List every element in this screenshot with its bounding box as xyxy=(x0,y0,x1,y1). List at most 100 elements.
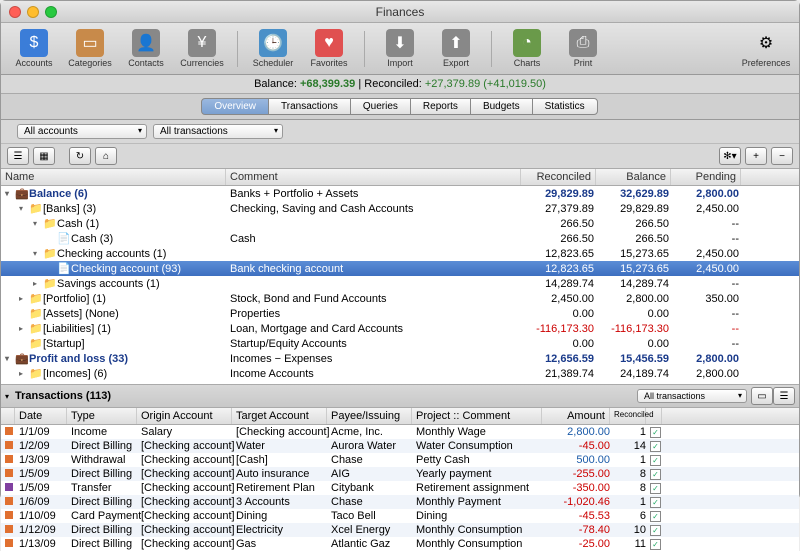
tree-row[interactable]: 📄Cash (3)Cash266.50266.50-- xyxy=(1,231,799,246)
toolbar-categories[interactable]: ▭Categories xyxy=(65,29,115,68)
toolbar-preferences[interactable]: ⚙Preferences xyxy=(741,29,791,68)
reconciled-checkbox[interactable]: ✓ xyxy=(650,427,661,438)
reconciled-checkbox[interactable]: ✓ xyxy=(650,497,661,508)
tab-reports[interactable]: Reports xyxy=(410,98,471,115)
txcol-type[interactable]: Type xyxy=(67,408,137,424)
disclosure-icon[interactable]: ▾ xyxy=(5,354,15,363)
settings-button[interactable]: ✻▾ xyxy=(719,147,741,165)
reconciled-checkbox[interactable]: ✓ xyxy=(650,539,661,550)
reconciled-checkbox[interactable]: ✓ xyxy=(650,525,661,536)
txcol-payee[interactable]: Payee/Issuing xyxy=(327,408,412,424)
tx-title: Transactions (113) xyxy=(15,390,111,402)
disclosure-icon[interactable]: ▾ xyxy=(33,219,43,228)
reconciled-checkbox[interactable]: ✓ xyxy=(650,511,661,522)
toolbar-contacts[interactable]: 👤Contacts xyxy=(121,29,171,68)
tree-row[interactable]: ▸📁[Incomes] (6)Income Accounts21,389.742… xyxy=(1,366,799,381)
tx-row[interactable]: 1/5/09Transfer[Checking account]Retireme… xyxy=(1,481,799,495)
home-button[interactable]: ⌂ xyxy=(95,147,117,165)
tree-row[interactable]: ▸📁[Portfolio] (1)Stock, Bond and Fund Ac… xyxy=(1,291,799,306)
folder-icon: 📁 xyxy=(29,292,41,305)
tree-row[interactable]: ▾📁Cash (1)266.50266.50-- xyxy=(1,216,799,231)
add-button[interactable]: + xyxy=(745,147,767,165)
txcol-origin[interactable]: Origin Account xyxy=(137,408,232,424)
disclosure-icon[interactable]: ▸ xyxy=(19,369,29,378)
disclosure-icon[interactable]: ▸ xyxy=(33,279,43,288)
view-list-button[interactable]: ☰ xyxy=(7,147,29,165)
refresh-button[interactable]: ↻ xyxy=(69,147,91,165)
tree-row[interactable]: ▸📁[Liabilities] (1)Loan, Mortgage and Ca… xyxy=(1,321,799,336)
tx-row[interactable]: 1/2/09Direct Billing[Checking account]Wa… xyxy=(1,439,799,453)
txcol-date[interactable]: Date xyxy=(15,408,67,424)
tx-row[interactable]: 1/12/09Direct Billing[Checking account]E… xyxy=(1,523,799,537)
tab-budgets[interactable]: Budgets xyxy=(470,98,533,115)
tree-row[interactable]: ▾💼Balance (6)Banks + Portfolio + Assets2… xyxy=(1,186,799,201)
disclosure-icon[interactable]: ▾ xyxy=(33,249,43,258)
txcol-reconciled[interactable]: Reconciled xyxy=(610,408,646,424)
transactions-dropdown[interactable]: All transactions xyxy=(153,124,283,139)
col-comment[interactable]: Comment xyxy=(226,169,521,185)
tree-row[interactable]: 📁[Startup]Startup/Equity Accounts0.000.0… xyxy=(1,336,799,351)
tx-view1-button[interactable]: ▭ xyxy=(751,387,773,405)
tab-queries[interactable]: Queries xyxy=(350,98,411,115)
toolbar-accounts[interactable]: $Accounts xyxy=(9,29,59,68)
txcol-amount[interactable]: Amount xyxy=(542,408,610,424)
control-bar: ☰ ▦ ↻ ⌂ ✻▾ + − xyxy=(1,144,799,169)
toolbar-export[interactable]: ⬆Export xyxy=(431,29,481,68)
col-pending[interactable]: Pending xyxy=(671,169,741,185)
tx-row[interactable]: 1/10/09Card Payment[Checking account]Din… xyxy=(1,509,799,523)
disclosure-icon[interactable]: ▾ xyxy=(19,204,29,213)
toolbar-print[interactable]: ⎙Print xyxy=(558,29,608,68)
account-tree[interactable]: ▾💼Balance (6)Banks + Portfolio + Assets2… xyxy=(1,186,799,384)
reconciled-checkbox[interactable]: ✓ xyxy=(650,455,661,466)
reconciled-checkbox[interactable]: ✓ xyxy=(650,441,661,452)
remove-button[interactable]: − xyxy=(771,147,793,165)
folder-icon: 📁 xyxy=(29,307,41,320)
reconciled-checkbox[interactable]: ✓ xyxy=(650,483,661,494)
accounts-dropdown[interactable]: All accounts xyxy=(17,124,147,139)
tree-row[interactable]: ▾💼Profit and loss (33)Incomes − Expenses… xyxy=(1,351,799,366)
tx-table[interactable]: 1/1/09IncomeSalary[Checking account]Acme… xyxy=(1,425,799,551)
folder-icon: 📄 xyxy=(57,232,69,245)
tx-column-header: Date Type Origin Account Target Account … xyxy=(1,408,799,425)
folder-icon: 📄 xyxy=(57,262,69,275)
disclosure-icon[interactable]: ▸ xyxy=(19,324,29,333)
tab-overview[interactable]: Overview xyxy=(201,98,269,115)
tree-row[interactable]: ▾📁[Expenses] (27)Expense Accounts-8,733.… xyxy=(1,381,799,384)
tab-statistics[interactable]: Statistics xyxy=(532,98,598,115)
toolbar-favorites[interactable]: ♥Favorites xyxy=(304,29,354,68)
txcol-project[interactable]: Project :: Comment xyxy=(412,408,542,424)
disclosure-icon[interactable]: ▾ xyxy=(5,189,15,198)
toolbar-import[interactable]: ⬇Import xyxy=(375,29,425,68)
col-reconciled[interactable]: Reconciled xyxy=(521,169,596,185)
reconciled-checkbox[interactable]: ✓ xyxy=(650,469,661,480)
disclosure-icon[interactable]: ▸ xyxy=(19,294,29,303)
tx-row[interactable]: 1/3/09Withdrawal[Checking account][Cash]… xyxy=(1,453,799,467)
tx-row[interactable]: 1/13/09Direct Billing[Checking account]G… xyxy=(1,537,799,551)
tx-view2-button[interactable]: ☰ xyxy=(773,387,795,405)
txcol-target[interactable]: Target Account xyxy=(232,408,327,424)
folder-icon: 📁 xyxy=(43,217,55,230)
tree-row[interactable]: ▾📁[Banks] (3)Checking, Saving and Cash A… xyxy=(1,201,799,216)
tab-transactions[interactable]: Transactions xyxy=(268,98,351,115)
col-balance[interactable]: Balance xyxy=(596,169,671,185)
tree-row[interactable]: 📄Checking account (93)Bank checking acco… xyxy=(1,261,799,276)
toolbar-scheduler[interactable]: 🕒Scheduler xyxy=(248,29,298,68)
tx-section-header: ▾ Transactions (113) All transactions ▭ … xyxy=(1,384,799,408)
folder-icon: 📁 xyxy=(29,367,41,380)
status-bar: Balance: +68,399.39 | Reconciled: +27,37… xyxy=(1,75,799,94)
tx-filter-dropdown[interactable]: All transactions xyxy=(637,389,747,403)
tx-fold-icon[interactable]: ▾ xyxy=(5,392,15,401)
view-icon-button[interactable]: ▦ xyxy=(33,147,55,165)
tree-row[interactable]: 📁[Assets] (None)Properties0.000.00-- xyxy=(1,306,799,321)
tx-row[interactable]: 1/6/09Direct Billing[Checking account]3 … xyxy=(1,495,799,509)
tx-row[interactable]: 1/1/09IncomeSalary[Checking account]Acme… xyxy=(1,425,799,439)
toolbar-charts[interactable]: ◔Charts xyxy=(502,29,552,68)
folder-icon: 📁 xyxy=(43,247,55,260)
reconciled-value: +27,379.89 (+41,019.50) xyxy=(425,78,546,90)
tree-row[interactable]: ▸📁Savings accounts (1)14,289.7414,289.74… xyxy=(1,276,799,291)
toolbar-currencies[interactable]: ¥Currencies xyxy=(177,29,227,68)
tx-row[interactable]: 1/5/09Direct Billing[Checking account]Au… xyxy=(1,467,799,481)
toolbar: $Accounts▭Categories👤Contacts¥Currencies… xyxy=(1,23,799,75)
col-name[interactable]: Name xyxy=(1,169,226,185)
tree-row[interactable]: ▾📁Checking accounts (1)12,823.6515,273.6… xyxy=(1,246,799,261)
